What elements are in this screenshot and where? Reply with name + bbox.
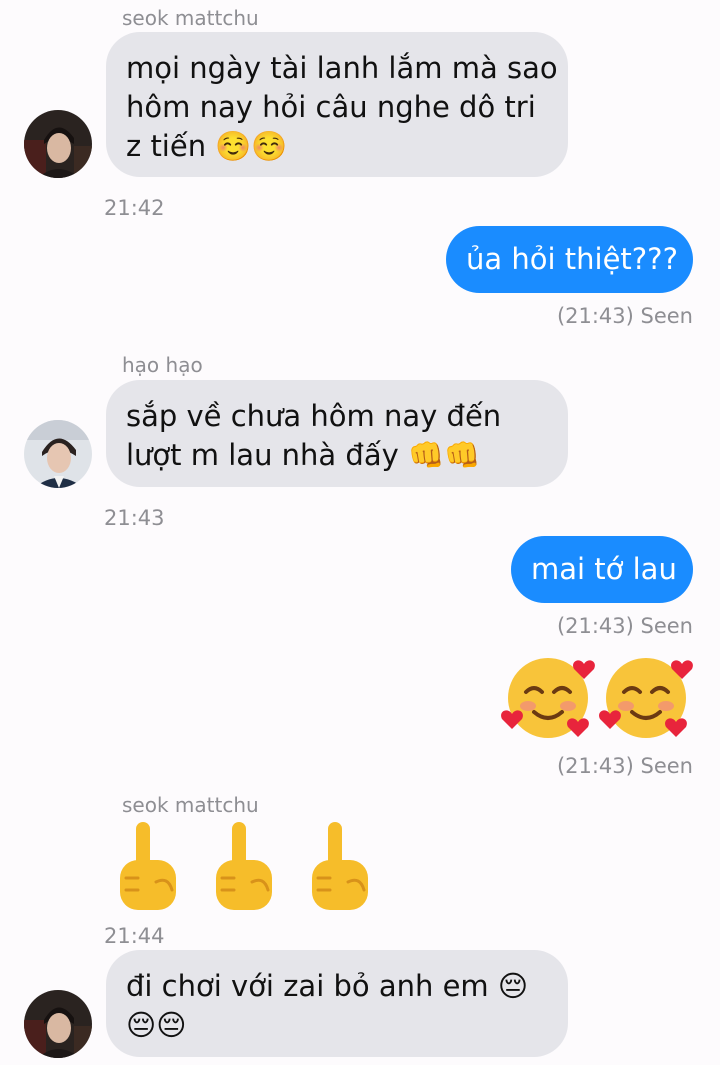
avatar-seok-mattchu[interactable] (24, 990, 92, 1058)
message-text-line: lượt m lau nhà đấy 👊👊 (126, 438, 481, 472)
message-text-line: mọi ngày tài lanh lắm mà sao (126, 51, 558, 85)
message-timestamp: 21:44 (104, 924, 165, 948)
smiling-face-with-hearts-icon (599, 658, 693, 738)
message-text-line: đi chơi với zai bỏ anh em 😔 (126, 969, 529, 1003)
incoming-message-bubble[interactable]: sắp về chưa hôm nay đến lượt m lau nhà đ… (106, 380, 568, 487)
sender-name: seok mattchu (122, 6, 259, 30)
message-text-line: hôm nay hỏi câu nghe dô tri (126, 90, 536, 124)
smiling-face-with-hearts-emoji-message[interactable] (500, 652, 696, 746)
sender-name: hạo hạo (122, 353, 203, 377)
sender-name: seok mattchu (122, 793, 259, 817)
incoming-message-bubble[interactable]: mọi ngày tài lanh lắm mà sao hôm nay hỏi… (106, 32, 568, 177)
message-timestamp: 21:42 (104, 196, 165, 220)
middle-finger-emoji-message[interactable] (116, 820, 386, 920)
message-timestamp: 21:43 (104, 506, 165, 530)
message-text-line: 😔😔 (126, 1008, 187, 1042)
avatar-seok-mattchu[interactable] (24, 110, 92, 178)
middle-finger-icon (120, 822, 176, 910)
message-text-line: sắp về chưa hôm nay đến (126, 399, 502, 433)
middle-finger-icon (312, 822, 368, 910)
incoming-message-bubble[interactable]: đi chơi với zai bỏ anh em 😔 😔😔 (106, 950, 568, 1057)
message-status-seen: (21:43) Seen (556, 754, 693, 778)
message-status-seen: (21:43) Seen (556, 304, 693, 328)
message-text-line: z tiến ☺️☺️ (126, 129, 288, 163)
smiling-face-with-hearts-icon (501, 658, 595, 738)
outgoing-message-bubble[interactable]: ủa hỏi thiệt??? (446, 226, 693, 293)
avatar-hao-hao[interactable] (24, 420, 92, 488)
middle-finger-icon (216, 822, 272, 910)
outgoing-message-bubble[interactable]: mai tớ lau (511, 536, 693, 603)
message-status-seen: (21:43) Seen (556, 614, 693, 638)
